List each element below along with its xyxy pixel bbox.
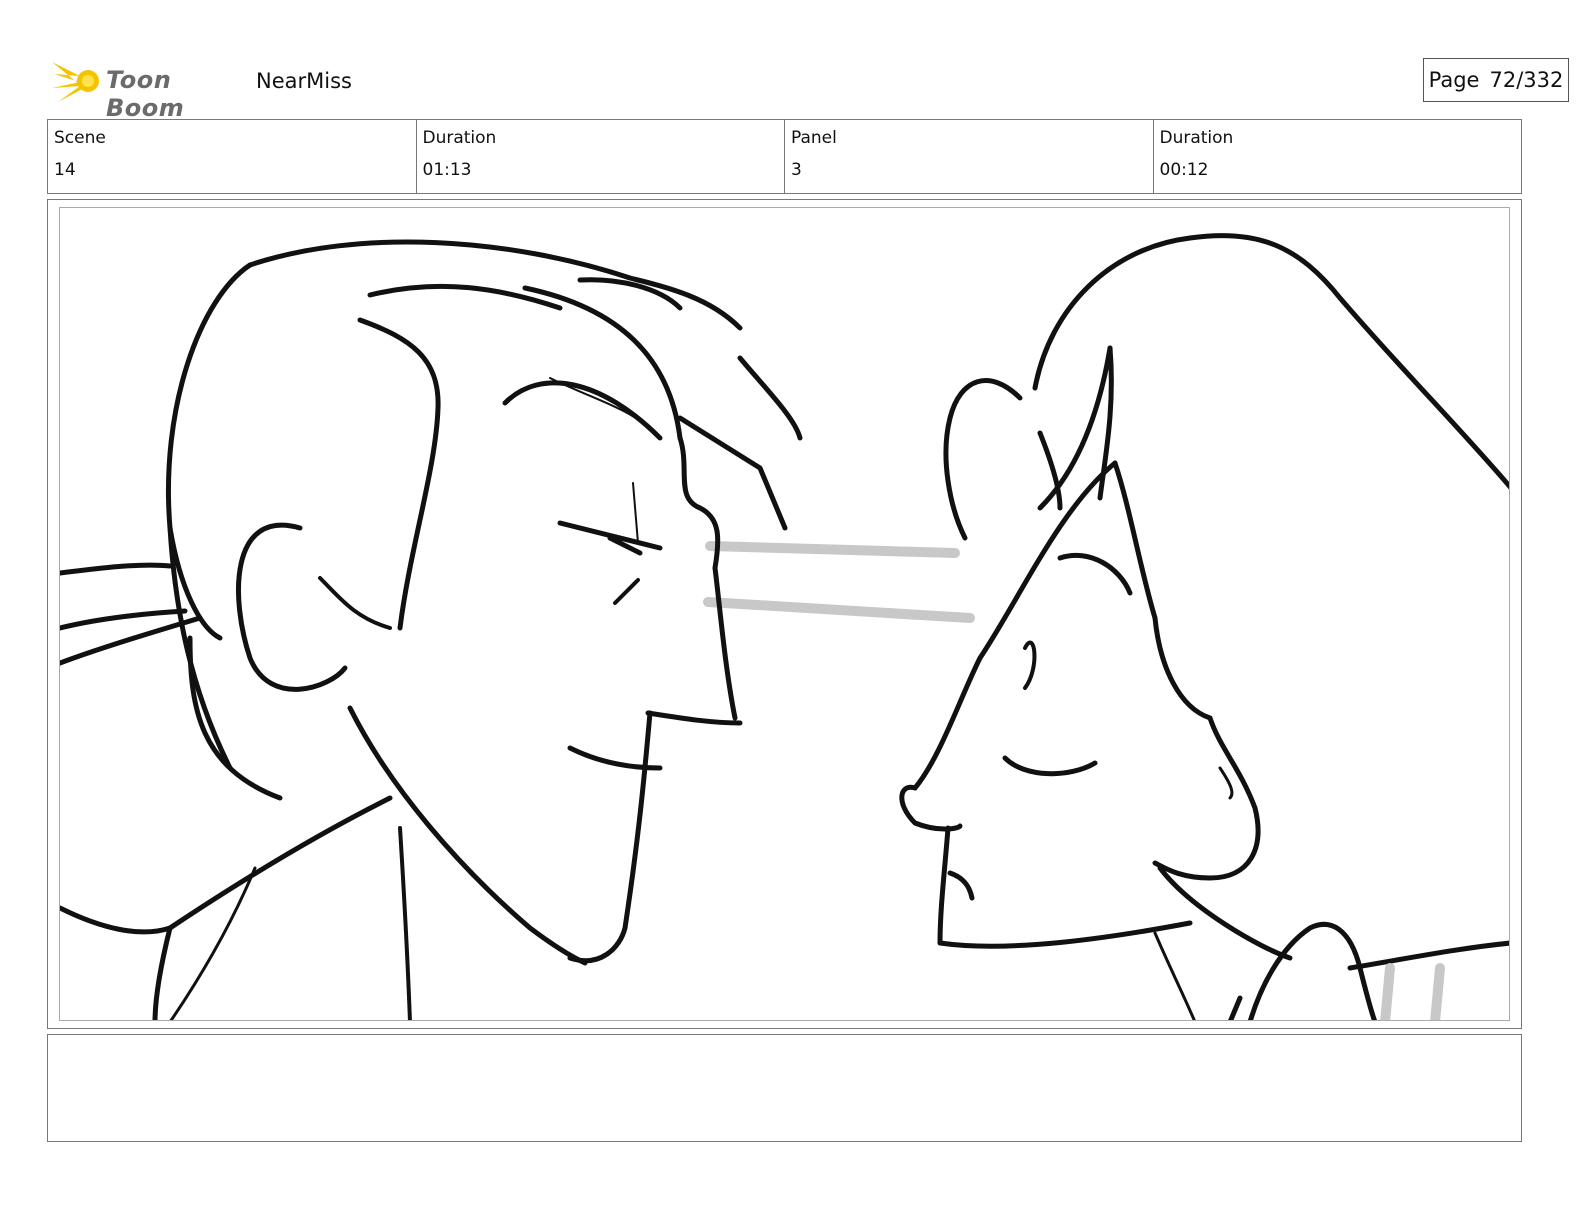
toon-boom-logo: Toon Boom [50, 56, 250, 122]
storyboard-sketch [60, 233, 1509, 1020]
panel-notes-box [47, 1034, 1522, 1142]
project-title: NearMiss [256, 69, 352, 93]
scene-duration-label: Duration [422, 128, 497, 148]
scene-duration-value: 01:13 [422, 160, 472, 180]
panel-duration-cell: Duration 00:12 [1154, 120, 1522, 193]
page-header: Toon Boom NearMiss Page 72/332 [50, 56, 1569, 122]
scene-label: Scene [54, 128, 106, 148]
panel-duration-value: 00:12 [1159, 160, 1209, 180]
storyboard-panel-frame [47, 199, 1522, 1029]
panel-duration-label: Duration [1159, 128, 1234, 148]
page-number: 72/332 [1489, 68, 1564, 92]
logo-wordmark: Toon Boom [106, 66, 185, 122]
scene-cell: Scene 14 [48, 120, 417, 193]
scene-duration-cell: Duration 01:13 [417, 120, 785, 193]
panel-cell: Panel 3 [785, 120, 1154, 193]
panel-label: Panel [791, 128, 837, 148]
page-indicator: Page 72/332 [1423, 58, 1569, 102]
toon-boom-logo-icon [52, 62, 99, 102]
page-label: Page [1428, 68, 1480, 92]
storyboard-panel-image [59, 207, 1510, 1021]
scene-info-table: Scene 14 Duration 01:13 Panel 3 Duration… [47, 119, 1522, 194]
scene-value: 14 [54, 160, 76, 180]
panel-value: 3 [791, 160, 802, 180]
